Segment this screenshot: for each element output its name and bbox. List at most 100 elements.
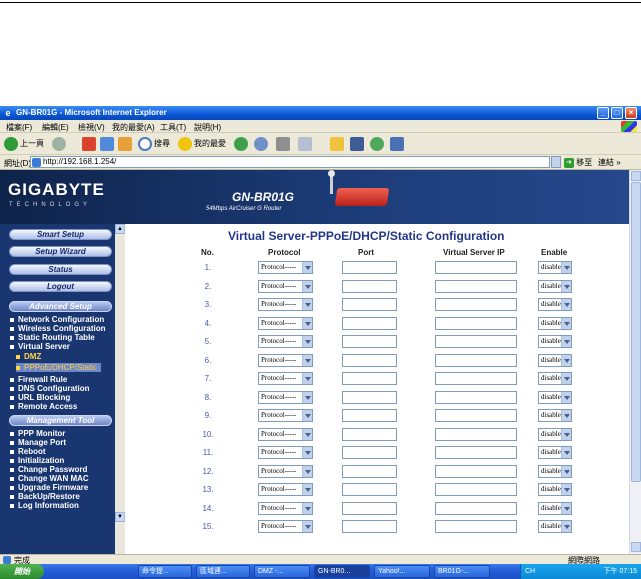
nav-wireless-configuration[interactable]: Wireless Configuration xyxy=(10,324,106,333)
virtual-server-ip-input[interactable] xyxy=(435,428,517,441)
protocol-select[interactable]: Protocol----- xyxy=(258,261,313,274)
chevron-down-icon[interactable] xyxy=(302,392,312,403)
search-button[interactable]: 搜尋 xyxy=(138,136,170,152)
virtual-server-ip-input[interactable] xyxy=(435,446,517,459)
chevron-down-icon[interactable] xyxy=(302,484,312,495)
folder-button[interactable] xyxy=(330,136,346,152)
scroll-thumb[interactable] xyxy=(631,182,641,482)
chevron-down-icon[interactable] xyxy=(302,262,312,273)
favorites-button[interactable]: 我的最愛 xyxy=(178,136,226,152)
virtual-server-ip-input[interactable] xyxy=(435,280,517,293)
nav-url-blocking[interactable]: URL Blocking xyxy=(10,393,70,402)
logout-button[interactable]: Logout xyxy=(9,281,112,292)
protocol-select[interactable]: Protocol----- xyxy=(258,483,313,496)
scroll-up-icon[interactable] xyxy=(631,171,641,181)
enable-select[interactable]: disable xyxy=(538,409,572,422)
nav-ppp-monitor[interactable]: PPP Monitor xyxy=(10,429,65,438)
enable-select[interactable]: disable xyxy=(538,520,572,533)
minimize-button[interactable]: _ xyxy=(597,107,609,119)
start-button[interactable]: 開始 xyxy=(0,564,44,579)
nav-firewall-rule[interactable]: Firewall Rule xyxy=(10,375,67,384)
enable-select[interactable]: disable xyxy=(538,261,572,274)
go-button[interactable]: ➜ 移至 xyxy=(564,157,592,168)
forward-button[interactable] xyxy=(52,136,68,152)
setup-wizard-button[interactable]: Setup Wizard xyxy=(9,246,112,257)
protocol-select[interactable]: Protocol----- xyxy=(258,372,313,385)
edit-button[interactable] xyxy=(298,136,314,152)
nav-reboot[interactable]: Reboot xyxy=(10,447,46,456)
scroll-down-icon[interactable]: ▼ xyxy=(115,512,125,522)
port-input[interactable] xyxy=(342,261,397,274)
chevron-down-icon[interactable] xyxy=(561,429,571,440)
enable-select[interactable]: disable xyxy=(538,428,572,441)
virtual-server-ip-input[interactable] xyxy=(435,502,517,515)
chevron-down-icon[interactable] xyxy=(302,281,312,292)
protocol-select[interactable]: Protocol----- xyxy=(258,465,313,478)
stop-button[interactable] xyxy=(82,136,98,152)
port-input[interactable] xyxy=(342,317,397,330)
menu-favorites[interactable]: 我的最愛(A) xyxy=(112,122,155,133)
enable-select[interactable]: disable xyxy=(538,465,572,478)
nav-network-configuration[interactable]: Network Configuration xyxy=(10,315,104,324)
task-cmd[interactable]: 命令提... xyxy=(138,565,192,578)
enable-select[interactable]: disable xyxy=(538,354,572,367)
protocol-select[interactable]: Protocol----- xyxy=(258,298,313,311)
nav-static-routing-table[interactable]: Static Routing Table xyxy=(10,333,95,342)
port-input[interactable] xyxy=(342,280,397,293)
menu-file[interactable]: 檔案(F) xyxy=(6,122,32,133)
history-button[interactable] xyxy=(234,136,250,152)
chevron-down-icon[interactable] xyxy=(561,466,571,477)
refresh-button[interactable] xyxy=(100,136,116,152)
port-input[interactable] xyxy=(342,391,397,404)
protocol-select[interactable]: Protocol----- xyxy=(258,520,313,533)
task-br01g[interactable]: BR01G-... xyxy=(434,565,490,578)
address-dropdown-button[interactable] xyxy=(551,156,561,168)
maximize-button[interactable]: □ xyxy=(611,107,623,119)
chevron-down-icon[interactable] xyxy=(561,447,571,458)
nav-change-password[interactable]: Change Password xyxy=(10,465,87,474)
chevron-down-icon[interactable] xyxy=(561,355,571,366)
nav-pppoe-dhcp-static[interactable]: PPPoE/DHCP/Static xyxy=(16,363,101,372)
port-input[interactable] xyxy=(342,409,397,422)
scroll-up-icon[interactable]: ▲ xyxy=(115,224,125,234)
chevron-down-icon[interactable] xyxy=(561,281,571,292)
nav-upgrade-firmware[interactable]: Upgrade Firmware xyxy=(10,483,88,492)
enable-select[interactable]: disable xyxy=(538,298,572,311)
virtual-server-ip-input[interactable] xyxy=(435,409,517,422)
menu-tools[interactable]: 工具(T) xyxy=(160,122,186,133)
virtual-server-ip-input[interactable] xyxy=(435,372,517,385)
chevron-down-icon[interactable] xyxy=(561,392,571,403)
port-input[interactable] xyxy=(342,372,397,385)
enable-select[interactable]: disable xyxy=(538,502,572,515)
port-input[interactable] xyxy=(342,465,397,478)
virtual-server-ip-input[interactable] xyxy=(435,261,517,274)
research-button[interactable] xyxy=(350,136,366,152)
task-dmz[interactable]: DMZ -... xyxy=(254,565,310,578)
virtual-server-ip-input[interactable] xyxy=(435,483,517,496)
menu-view[interactable]: 檢視(V) xyxy=(78,122,105,133)
chevron-down-icon[interactable] xyxy=(561,336,571,347)
messenger-button[interactable] xyxy=(370,136,386,152)
protocol-select[interactable]: Protocol----- xyxy=(258,502,313,515)
chevron-down-icon[interactable] xyxy=(302,521,312,532)
protocol-select[interactable]: Protocol----- xyxy=(258,280,313,293)
nav-backup-restore[interactable]: BackUp/Restore xyxy=(10,492,80,501)
port-input[interactable] xyxy=(342,446,397,459)
virtual-server-ip-input[interactable] xyxy=(435,317,517,330)
smart-setup-button[interactable]: Smart Setup xyxy=(9,229,112,240)
chevron-down-icon[interactable] xyxy=(561,410,571,421)
chevron-down-icon[interactable] xyxy=(302,373,312,384)
chevron-down-icon[interactable] xyxy=(302,410,312,421)
nav-dmz[interactable]: DMZ xyxy=(16,352,41,361)
chevron-down-icon[interactable] xyxy=(302,447,312,458)
protocol-select[interactable]: Protocol----- xyxy=(258,428,313,441)
links-button[interactable]: 連結 » xyxy=(598,157,621,168)
enable-select[interactable]: disable xyxy=(538,335,572,348)
protocol-select[interactable]: Protocol----- xyxy=(258,391,313,404)
port-input[interactable] xyxy=(342,502,397,515)
scroll-down-icon[interactable] xyxy=(631,542,641,552)
enable-select[interactable]: disable xyxy=(538,317,572,330)
chevron-down-icon[interactable] xyxy=(302,336,312,347)
mail-button[interactable] xyxy=(254,136,270,152)
nav-dns-configuration[interactable]: DNS Configuration xyxy=(10,384,90,393)
